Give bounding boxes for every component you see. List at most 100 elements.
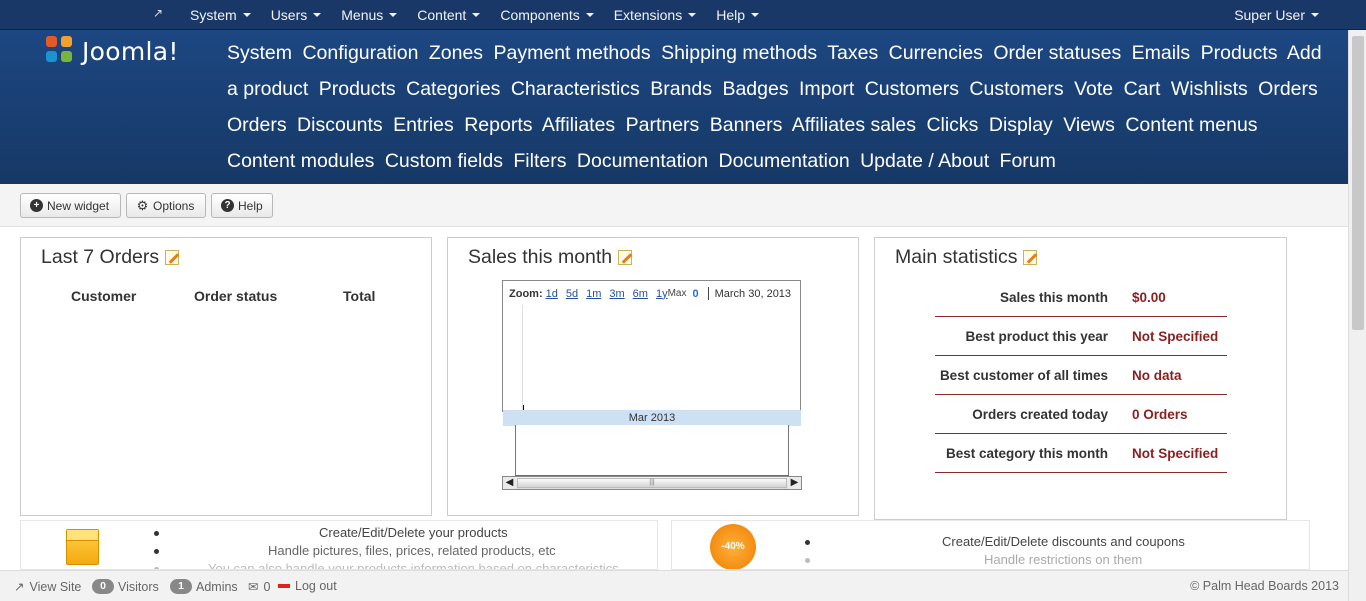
button-label: Help [238,198,263,213]
submenu-link[interactable]: System [227,42,292,64]
chart-scrollbar[interactable]: ◀ ||| ▶ [502,476,802,490]
menu-extensions[interactable]: Extensions [614,7,697,23]
stat-label: Sales this month [999,290,1108,305]
submenu-link[interactable]: Payment methods [493,42,650,64]
edit-icon[interactable] [1023,250,1038,265]
submenu-link[interactable]: Categories [406,78,500,100]
submenu-link[interactable]: Content menus [1125,114,1257,136]
copyright: © Palm Head Boards 2013 [1190,579,1339,593]
submenu-link[interactable]: Characteristics [511,78,640,100]
menu-components[interactable]: Components [500,7,594,23]
submenu-link[interactable]: Zones [429,42,483,64]
zoom-5d[interactable]: 5d [566,288,578,300]
submenu-link[interactable]: Badges [722,78,788,100]
stat-row: Best product this year Not Specified [935,317,1227,356]
main-statistics-widget: Main statistics Sales this month $0.00 B… [874,237,1287,520]
external-link-icon[interactable]: ↗ [153,7,165,19]
messages-count: 0 [263,579,271,594]
toolbar: + New widget ⚙ Options ? Help [0,184,1348,227]
submenu-link[interactable]: Taxes [827,42,878,64]
visitors-status: 0 Visitors [92,579,159,594]
zoom-bar: Zoom: 1d 5d 1m 3m 6m 1y Max 0 March 30, … [509,287,791,300]
submenu-link[interactable]: Clicks [926,114,978,136]
plot-axis [522,305,523,411]
zoom-1d[interactable]: 1d [546,288,558,300]
menu-label: System [190,7,237,23]
menu-help[interactable]: Help [716,7,759,23]
submenu-link[interactable]: Import [799,78,854,100]
menu-menus[interactable]: Menus [341,7,398,23]
zoom-max[interactable]: Max [668,288,687,299]
view-site-link[interactable]: ↗ View Site [14,579,81,595]
submenu-link[interactable]: Order statuses [993,42,1121,64]
submenu-link[interactable]: Documentation [719,150,850,172]
edit-icon[interactable] [165,250,180,265]
menu-users[interactable]: Users [271,7,322,23]
submenu-link[interactable]: Content modules [227,150,374,172]
stat-label: Best customer of all times [939,368,1108,383]
zoom-6m[interactable]: 6m [633,288,648,300]
gear-icon: ⚙ [136,198,149,213]
scroll-right-icon[interactable]: ▶ [788,477,801,489]
submenu-link[interactable]: Custom fields [385,150,503,172]
submenu-link[interactable]: Currencies [889,42,983,64]
messages-status[interactable]: ✉ 0 [248,579,271,595]
menu-label: Users [270,7,308,23]
chart-value: 0 [692,287,699,300]
menu-label: Menus [341,7,384,23]
submenu-link[interactable]: Configuration [302,42,418,64]
submenu-link[interactable]: Update / About [860,150,989,172]
user-menu[interactable]: Super User [1234,0,1319,30]
submenu-link[interactable]: Filters [513,150,566,172]
zoom-3m[interactable]: 3m [609,288,624,300]
submenu-link[interactable]: Entries [393,114,454,136]
scroll-thumb[interactable]: ||| [517,478,787,488]
submenu-link[interactable]: Reports [464,114,532,136]
chart-navigator[interactable] [515,425,789,479]
submenu-link[interactable]: Banners [710,114,783,136]
submenu-link[interactable]: Vote [1074,78,1113,100]
user-name: Super User [1234,7,1305,23]
options-button[interactable]: ⚙ Options [126,193,206,218]
sales-widget: Sales this month Zoom: 1d 5d 1m 3m 6m 1y… [447,237,859,516]
discounts-feature-box: -40% Create/Edit/Delete discounts and co… [671,520,1310,570]
scroll-thumb[interactable] [1352,36,1364,330]
zoom-1m[interactable]: 1m [586,288,601,300]
stat-row: Sales this month $0.00 [935,278,1227,317]
submenu-link[interactable]: Documentation [577,150,708,172]
submenu-link[interactable]: Discounts [297,114,383,136]
joomla-logo[interactable]: Joomla! [46,36,179,66]
menu-label: Help [716,7,745,23]
widget-title-text: Main statistics [895,246,1018,268]
submenu-link[interactable]: Customers [865,78,959,100]
menu-system[interactable]: System [190,7,251,23]
submenu-link[interactable]: Emails [1132,42,1191,64]
submenu-link[interactable]: Brands [650,78,712,100]
submenu-link[interactable]: Affiliates sales [792,114,916,136]
submenu-link[interactable]: Customers [969,78,1063,100]
menu-content[interactable]: Content [417,7,481,23]
submenu-link[interactable]: Products [1201,42,1278,64]
page-scrollbar[interactable] [1348,30,1366,601]
help-button[interactable]: ? Help [211,193,273,218]
submenu-link[interactable]: Forum [1000,150,1056,172]
bullet [805,558,810,563]
caret-down-icon [1311,13,1319,17]
feature-item: Handle restrictions on them [984,552,1143,567]
submenu-link[interactable]: Views [1063,114,1115,136]
edit-icon[interactable] [618,250,633,265]
widget-title: Last 7 Orders [41,246,180,269]
submenu-link[interactable]: Partners [626,114,700,136]
submenu-link[interactable]: Cart [1124,78,1161,100]
submenu-link[interactable]: Display [989,114,1053,136]
submenu-link[interactable]: Products [319,78,396,100]
new-widget-button[interactable]: + New widget [20,193,121,218]
logout-link[interactable]: Log out [278,579,337,593]
submenu-link[interactable]: Shipping methods [661,42,817,64]
submenu-link[interactable]: Affiliates [542,114,615,136]
zoom-1y[interactable]: 1y [656,288,668,300]
submenu-link[interactable]: Orders [227,114,287,136]
submenu-link[interactable]: Orders [1258,78,1318,100]
scroll-left-icon[interactable]: ◀ [503,477,516,489]
submenu-link[interactable]: Wishlists [1171,78,1248,100]
